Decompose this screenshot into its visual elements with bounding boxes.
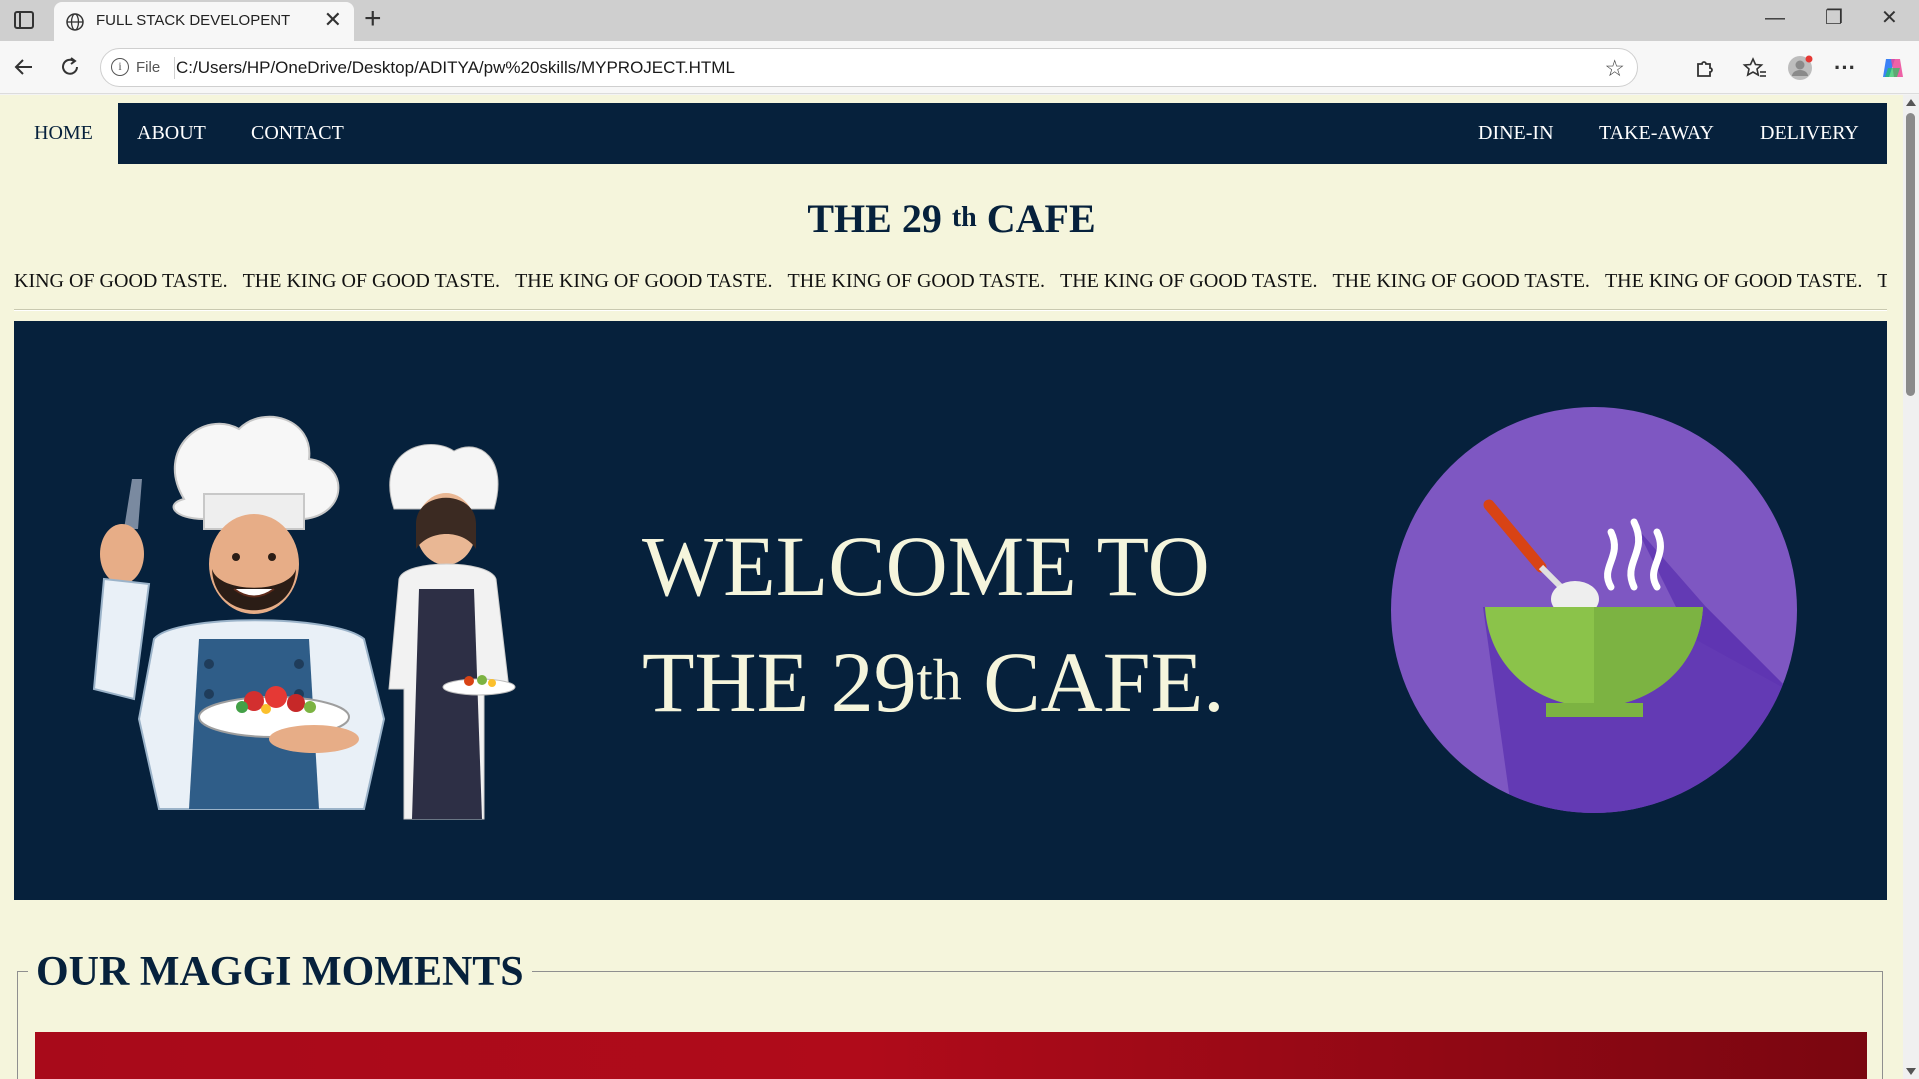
welcome-heading: WELCOME TO THE 29th CAFE. bbox=[642, 508, 1225, 750]
tagline-marquee: KING OF GOOD TASTE. THE KING OF GOOD TAST… bbox=[14, 270, 1887, 300]
scroll-thumb[interactable] bbox=[1906, 113, 1915, 396]
scroll-down-arrow[interactable] bbox=[1906, 1068, 1916, 1075]
marquee-item: KING OF GOOD TASTE. bbox=[14, 270, 228, 292]
marquee-item: THE KING OF GOOD TASTE. bbox=[1060, 270, 1318, 292]
tab-title: FULL STACK DEVELOPENT bbox=[96, 12, 291, 29]
title-part: CAFE bbox=[976, 196, 1096, 241]
tab-bar: FULL STACK DEVELOPENT ✕ + — ❐ ✕ bbox=[0, 0, 1919, 41]
window-close-button[interactable]: ✕ bbox=[1881, 8, 1898, 28]
address-separator bbox=[174, 57, 175, 79]
profile-icon[interactable] bbox=[1787, 55, 1813, 81]
marquee-item: THE KING OF GOOD TASTE. bbox=[515, 270, 773, 292]
browser-toolbar: i File C:/Users/HP/OneDrive/Desktop/ADIT… bbox=[0, 41, 1919, 94]
new-tab-button[interactable]: + bbox=[364, 4, 382, 34]
favorites-icon[interactable] bbox=[1742, 55, 1768, 81]
extensions-icon[interactable] bbox=[1691, 55, 1717, 81]
chef-illustration bbox=[92, 415, 516, 820]
hero-banner: WELCOME TO THE 29th CAFE. bbox=[14, 321, 1887, 900]
tab-close-icon[interactable]: ✕ bbox=[324, 9, 342, 31]
url-text[interactable]: C:/Users/HP/OneDrive/Desktop/ADITYA/pw%2… bbox=[176, 58, 735, 78]
globe-icon bbox=[66, 13, 84, 31]
welcome-superscript: th bbox=[916, 647, 962, 712]
marquee-item: THE KING OF GOOD TASTE. bbox=[1604, 270, 1863, 292]
copilot-icon[interactable] bbox=[1880, 55, 1906, 81]
cafe-title: THE 29 th CAFE bbox=[0, 195, 1903, 242]
info-icon[interactable]: i bbox=[111, 58, 129, 76]
restore-button[interactable]: ❐ bbox=[1825, 8, 1843, 28]
marquee-item: THE KING OF GOOD TASTE. bbox=[1332, 270, 1590, 292]
marquee-item: THE KING OF GOOD TASTE. bbox=[1877, 270, 1887, 292]
more-icon[interactable]: ··· bbox=[1832, 55, 1858, 81]
nav-contact[interactable]: CONTACT bbox=[251, 122, 344, 145]
address-bar[interactable]: i File C:/Users/HP/OneDrive/Desktop/ADIT… bbox=[100, 48, 1638, 87]
marquee-item: THE KING OF GOOD TASTE. bbox=[787, 270, 1045, 292]
reload-icon[interactable] bbox=[57, 54, 83, 80]
scrollbar[interactable] bbox=[1903, 95, 1919, 1079]
main-navbar: HOME ABOUT CONTACT DINE-IN TAKE-AWAY DEL… bbox=[4, 103, 1887, 164]
title-part: THE 29 bbox=[807, 196, 952, 241]
nav-dine-in[interactable]: DINE-IN bbox=[1478, 122, 1554, 145]
welcome-line-2: THE 29th CAFE. bbox=[642, 624, 1225, 750]
title-superscript: th bbox=[951, 202, 977, 233]
section-title: OUR MAGGI MOMENTS bbox=[28, 948, 532, 996]
browser-tab[interactable]: FULL STACK DEVELOPENT ✕ bbox=[54, 2, 354, 41]
favorite-star-icon[interactable]: ☆ bbox=[1604, 55, 1625, 82]
back-icon[interactable] bbox=[11, 54, 37, 80]
scroll-up-arrow[interactable] bbox=[1906, 99, 1916, 106]
marquee-item: THE KING OF GOOD TASTE. bbox=[242, 270, 501, 292]
sidebar-toggle-icon[interactable] bbox=[14, 11, 34, 29]
minimize-button[interactable]: — bbox=[1765, 8, 1785, 28]
scheme-label: File bbox=[136, 59, 161, 76]
nav-home-label: HOME bbox=[34, 122, 93, 144]
welcome-part: CAFE. bbox=[961, 634, 1225, 730]
page-viewport: HOME ABOUT CONTACT DINE-IN TAKE-AWAY DEL… bbox=[0, 95, 1919, 1079]
nav-take-away[interactable]: TAKE-AWAY bbox=[1599, 122, 1714, 145]
welcome-line-1: WELCOME TO bbox=[642, 518, 1210, 614]
nav-about[interactable]: ABOUT bbox=[137, 122, 206, 145]
nav-delivery[interactable]: DELIVERY bbox=[1760, 122, 1859, 145]
welcome-part: THE 29 bbox=[642, 634, 917, 730]
nav-home[interactable]: HOME bbox=[4, 103, 118, 164]
maggi-image bbox=[35, 1032, 1867, 1079]
divider bbox=[14, 309, 1887, 311]
food-bowl-icon bbox=[1391, 407, 1797, 813]
